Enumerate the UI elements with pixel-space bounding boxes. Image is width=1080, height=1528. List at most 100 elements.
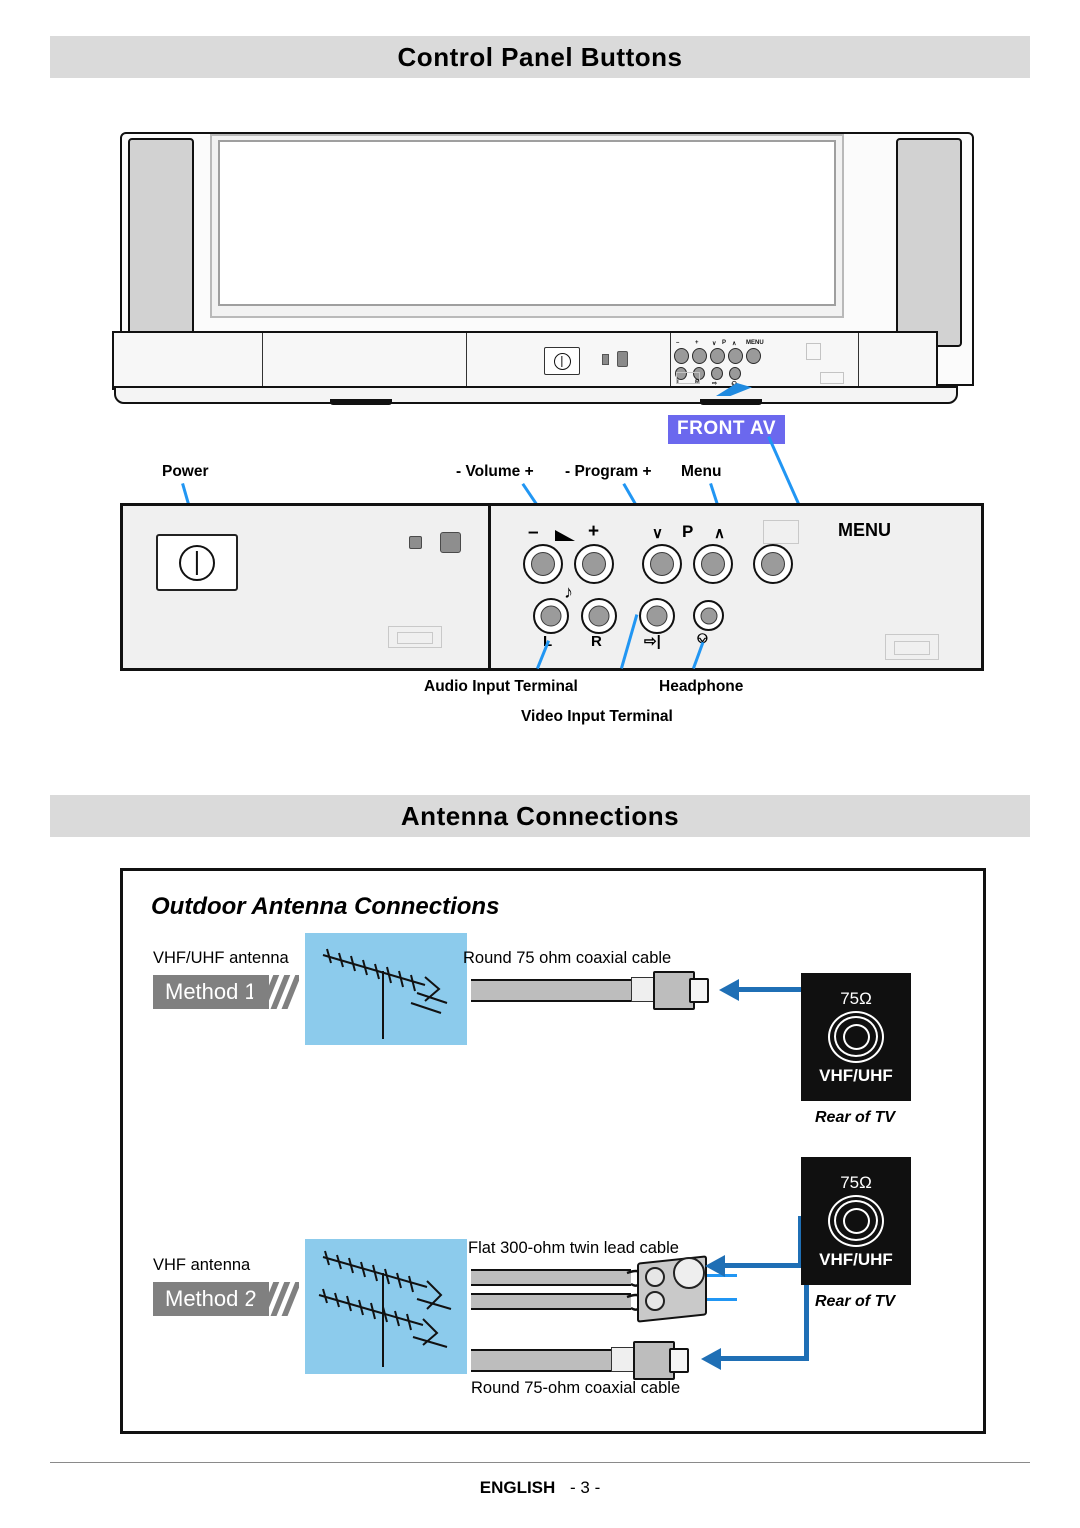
method2-antenna-image (305, 1239, 467, 1374)
callout-headphone: Headphone (659, 678, 744, 695)
jack-video-input[interactable] (639, 598, 675, 634)
footer-language: ENGLISH (479, 1478, 556, 1497)
balun-coax-end (673, 1257, 705, 1289)
antenna-subtitle: Outdoor Antenna Connections (151, 893, 500, 920)
coax-cable-1 (471, 979, 643, 1002)
control-panel-enlarged: – + ∨ P ∧ MENU ♪ L R ⇨| ⎉ (120, 503, 984, 671)
method1-badge-slashes (253, 975, 299, 1009)
jack2-label: VHF/UHF (819, 1249, 893, 1269)
mini-label-prog-down: ∨ (712, 341, 717, 347)
strip-outline-right (806, 343, 821, 360)
balun-screw-2 (645, 1291, 665, 1311)
tv-foot-right (700, 399, 762, 405)
balun-screw-1 (645, 1267, 665, 1287)
panel-outline-left (388, 626, 442, 648)
method2-twin-lead-label: Flat 300-ohm twin lead cable (468, 1239, 679, 1257)
panel-outline-bottom (885, 634, 939, 660)
mini-label-plus: + (695, 340, 699, 346)
arrow1-head (719, 979, 739, 1001)
mini-jack-video[interactable] (711, 367, 723, 380)
section-header-antenna: Antenna Connections (50, 795, 1030, 837)
button-program-up[interactable] (693, 544, 733, 584)
strip-outline-b2 (820, 372, 844, 384)
callout-menu: Menu (681, 463, 722, 480)
led-indicator (409, 536, 422, 549)
jack1-label: VHF/UHF (819, 1065, 893, 1085)
button-menu[interactable] (753, 544, 793, 584)
jack-headphone[interactable] (693, 600, 724, 631)
label-prog-up: ∧ (714, 525, 725, 542)
coax-tip-1 (689, 978, 709, 1003)
callout-audio-input: Audio Input Terminal (424, 678, 578, 695)
tv-screen-bezel (210, 134, 844, 318)
tv-remote-sensor (617, 351, 628, 367)
tv-power-button-small[interactable] (544, 347, 580, 375)
footer-page-number: - 3 - (570, 1478, 601, 1497)
tv-base (114, 386, 958, 404)
tv-rear-jack-1: 75Ω VHF/UHF (801, 973, 911, 1101)
tv-speaker-left (128, 138, 194, 347)
yagi-antenna-icon-2 (318, 1250, 452, 1367)
twin-lead-top (471, 1269, 631, 1286)
remote-sensor (440, 532, 461, 553)
method1-rear-caption: Rear of TV (815, 1109, 896, 1126)
label-menu: MENU (838, 520, 891, 540)
label-p: P (682, 522, 694, 541)
callout-power: Power (162, 463, 209, 480)
mini-label-minus: – (676, 340, 680, 346)
arrow2a-h (723, 1263, 803, 1268)
jack2-ohm: 75Ω (840, 1172, 872, 1192)
method2-coax-label: Round 75-ohm coaxial cable (471, 1379, 681, 1397)
power-icon-large (179, 544, 215, 581)
label-audio-r: R (591, 633, 602, 650)
button-volume-up[interactable] (574, 544, 614, 584)
mini-knob-vol-up[interactable] (692, 348, 707, 364)
method2-badge-slashes (253, 1282, 299, 1316)
callout-volume: - Volume + (456, 463, 534, 480)
arrow1-h (737, 987, 809, 992)
jack-audio-left[interactable] (533, 598, 569, 634)
strip-divider-3 (670, 333, 671, 388)
section-header-control-panel: Control Panel Buttons (50, 36, 1030, 78)
method2-rear-caption: Rear of TV (815, 1293, 896, 1310)
coax-cable-2 (471, 1349, 621, 1372)
tv-rear-jack-2: 75Ω VHF/UHF (801, 1157, 911, 1285)
jack-audio-right[interactable] (581, 598, 617, 634)
footer-divider (50, 1462, 1030, 1463)
strip-divider-4 (858, 333, 859, 388)
volume-icon (555, 530, 575, 541)
arrow2b-head (701, 1348, 721, 1370)
jack1-ohm: 75Ω (840, 988, 872, 1008)
coax-socket-icon-1 (828, 1010, 884, 1063)
button-program-down[interactable] (642, 544, 682, 584)
arrow2b-h (721, 1356, 809, 1361)
mini-knob-prog-down[interactable] (710, 348, 725, 364)
twin-lead-bottom (471, 1293, 631, 1310)
page-title: Control Panel Buttons (397, 41, 683, 72)
mini-knob-vol-down[interactable] (674, 348, 689, 364)
coax-tip-2 (669, 1348, 689, 1373)
antenna-diagram-box: Outdoor Antenna Connections VHF/UHF ante… (120, 868, 986, 1434)
method1-antenna-label: VHF/UHF antenna (153, 949, 289, 967)
button-volume-down[interactable] (523, 544, 563, 584)
footer: ENGLISH - 3 - (0, 1478, 1080, 1498)
panel-outline-top (763, 520, 799, 544)
arrow2a-head (705, 1255, 725, 1277)
antenna-section-title: Antenna Connections (400, 800, 680, 831)
label-volume-plus: + (588, 521, 600, 542)
tv-illustration: – + ∨ P ∧ MENU L R ⇨ ⎉ (100, 128, 990, 408)
panel-divider (488, 506, 491, 668)
video-in-icon: ⇨| (644, 633, 661, 650)
method1-antenna-image (305, 933, 467, 1045)
mini-label-p: P (722, 340, 727, 346)
tv-screen (218, 140, 836, 306)
method2-antenna-label: VHF antenna (153, 1256, 251, 1274)
mini-knob-prog-up[interactable] (728, 348, 743, 364)
yagi-antenna-icon-1 (322, 948, 448, 1039)
power-icon (553, 352, 571, 370)
power-button[interactable] (156, 534, 238, 591)
mini-knob-menu[interactable] (746, 348, 761, 364)
coax-socket-icon-2 (828, 1194, 884, 1247)
strip-outline-b1 (676, 372, 700, 384)
method1-cable-label: Round 75 ohm coaxial cable (463, 949, 672, 967)
